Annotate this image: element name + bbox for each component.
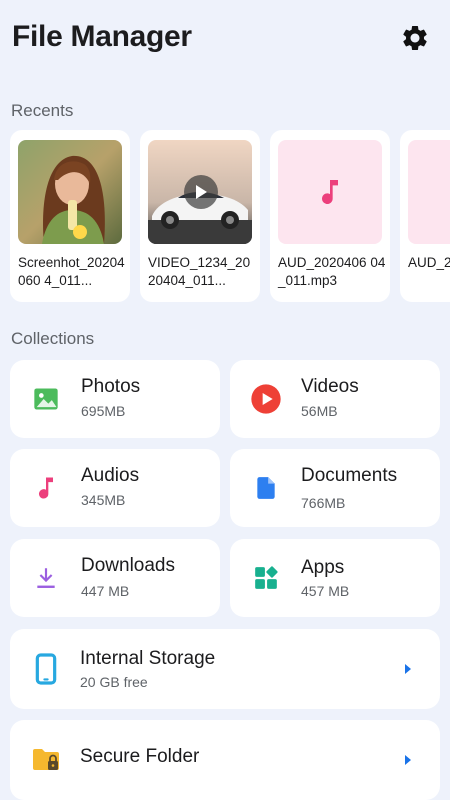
secure-folder-icon bbox=[30, 744, 62, 776]
music-note-icon bbox=[444, 174, 450, 210]
collection-apps[interactable]: Apps 457 MB bbox=[230, 539, 440, 617]
recent-item-name: VIDEO_1234_2020404_011... bbox=[148, 255, 251, 288]
collection-title: Videos bbox=[301, 376, 359, 397]
page-title: File Manager bbox=[12, 20, 192, 53]
collection-photos[interactable]: Photos 695MB bbox=[10, 360, 220, 438]
collection-audios[interactable]: Audios 345MB bbox=[10, 449, 220, 527]
internal-storage-row[interactable]: Internal Storage 20 GB free bbox=[10, 629, 440, 709]
play-icon bbox=[184, 175, 218, 209]
collection-title: Photos bbox=[81, 376, 141, 397]
recent-item[interactable]: Screenhot_20204060 4_011... bbox=[10, 130, 130, 302]
collection-title: Apps bbox=[301, 557, 345, 578]
gear-icon bbox=[403, 25, 427, 50]
phone-icon bbox=[30, 653, 62, 685]
collection-size: 457 MB bbox=[301, 583, 350, 599]
download-icon bbox=[30, 562, 62, 594]
chevron-right-icon bbox=[404, 754, 414, 766]
recent-item[interactable]: AUD_2020406 04_011.mp3 bbox=[270, 130, 390, 302]
collection-size: 56MB bbox=[301, 403, 338, 419]
photo-icon bbox=[30, 383, 62, 415]
image-thumbnail bbox=[18, 140, 122, 244]
storage-title: Internal Storage bbox=[80, 648, 216, 669]
collections-heading: Collections bbox=[11, 329, 95, 348]
recent-item[interactable]: VIDEO_1234_2020404_011... bbox=[140, 130, 260, 302]
collection-size: 766MB bbox=[301, 495, 346, 511]
recent-item[interactable]: AUD_2 04_01 bbox=[400, 130, 450, 302]
document-icon bbox=[250, 472, 282, 504]
collection-downloads[interactable]: Downloads 447 MB bbox=[10, 539, 220, 617]
recents-heading: Recents bbox=[11, 101, 74, 120]
music-note-icon bbox=[322, 180, 338, 205]
collection-size: 695MB bbox=[81, 403, 126, 419]
audio-thumbnail bbox=[278, 140, 382, 244]
apps-icon bbox=[250, 562, 282, 594]
collection-documents[interactable]: Documents 766MB bbox=[230, 449, 440, 527]
music-note-icon bbox=[30, 472, 62, 504]
collection-title: Documents bbox=[301, 465, 398, 486]
settings-button[interactable] bbox=[398, 21, 432, 55]
collection-size: 345MB bbox=[81, 492, 126, 508]
recent-item-name: AUD_2 04_01 bbox=[408, 255, 450, 270]
video-play-icon bbox=[250, 383, 282, 415]
storage-free: 20 GB free bbox=[80, 674, 148, 690]
recent-item-name: AUD_2020406 04_011.mp3 bbox=[278, 255, 386, 288]
app-header: File Manager bbox=[0, 0, 450, 80]
collection-title: Audios bbox=[81, 465, 140, 486]
secure-folder-title: Secure Folder bbox=[80, 746, 200, 767]
video-thumbnail bbox=[148, 140, 252, 244]
secure-folder-row[interactable]: Secure Folder bbox=[10, 720, 440, 800]
recents-list[interactable]: Screenhot_20204060 4_011... VIDEO_1234_2… bbox=[10, 130, 450, 302]
chevron-right-icon bbox=[404, 663, 414, 675]
audio-thumbnail bbox=[408, 140, 450, 244]
collection-size: 447 MB bbox=[81, 583, 130, 599]
collection-videos[interactable]: Videos 56MB bbox=[230, 360, 440, 438]
collection-title: Downloads bbox=[81, 555, 175, 576]
recent-item-name: Screenhot_20204060 4_011... bbox=[18, 255, 125, 288]
